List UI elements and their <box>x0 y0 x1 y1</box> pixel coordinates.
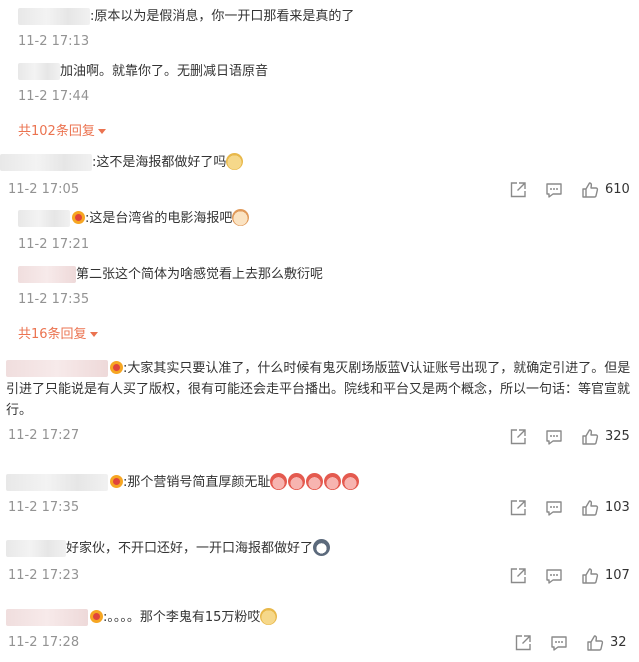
reply-text: 第二张这个简体为啥感觉看上去那么敷衍呢 <box>76 267 324 282</box>
username-blurred[interactable] <box>0 154 92 171</box>
comment-icon[interactable] <box>545 181 563 199</box>
like-count: 325 <box>605 429 630 444</box>
timestamp: 11-2 17:23 <box>8 568 80 583</box>
username-blurred[interactable] <box>18 8 90 25</box>
reply-item: 第二张这个简体为啥感觉看上去那么敷衍呢 11-2 17:35 <box>0 266 639 307</box>
verified-badge-icon <box>110 361 123 374</box>
reply-item: :原本以为是假消息，你一开口那看来是真的了 11-2 17:13 <box>0 8 639 49</box>
comment-text: :那个营销号简直厚颜无耻 <box>123 475 271 490</box>
caret-down-icon <box>97 129 106 134</box>
like-count: 610 <box>605 182 630 197</box>
comment-icon[interactable] <box>550 634 568 652</box>
cat-emoji-icon <box>232 209 250 226</box>
share-icon[interactable] <box>509 428 527 446</box>
husky-emoji-icon <box>313 539 331 556</box>
like-icon[interactable] <box>581 567 599 585</box>
timestamp: 11-2 17:28 <box>8 635 80 650</box>
angry-emoji-icon <box>324 473 342 490</box>
timestamp: 11-2 17:35 <box>18 292 90 307</box>
username-blurred[interactable] <box>6 540 66 557</box>
comment-item: :大家其实只要认准了，什么时候有鬼灭剧场版蓝V认证账号出现了，就确定引进了。但是… <box>0 358 639 445</box>
comment-icon[interactable] <box>545 428 563 446</box>
verified-badge-icon <box>90 610 103 623</box>
username-blurred[interactable] <box>6 474 108 491</box>
angry-emoji-icon <box>342 473 360 490</box>
like-count: 103 <box>605 500 630 515</box>
doge-emoji-icon <box>226 153 244 170</box>
comment-item: :。。。。那个李鬼有15万粉哎 11-2 17:28 32 <box>0 608 639 651</box>
verified-badge-icon <box>110 475 123 488</box>
username-blurred[interactable] <box>18 210 70 227</box>
timestamp: 11-2 17:05 <box>8 182 80 197</box>
reply-text: :原本以为是假消息，你一开口那看来是真的了 <box>90 9 355 24</box>
timestamp: 11-2 17:35 <box>8 500 80 515</box>
like-count: 107 <box>605 568 630 583</box>
like-count: 32 <box>610 635 627 650</box>
share-icon[interactable] <box>509 499 527 517</box>
comment-actions: 325 <box>509 428 639 446</box>
share-icon[interactable] <box>509 567 527 585</box>
like-icon[interactable] <box>581 428 599 446</box>
comment-actions: 103 <box>509 499 639 517</box>
angry-emoji-icon <box>306 473 324 490</box>
reply-item: :这是台湾省的电影海报吧 11-2 17:21 <box>0 209 639 252</box>
comment-actions: 32 <box>514 634 639 652</box>
comment-actions: 107 <box>509 567 639 585</box>
comment-text: 好家伙，不开口还好，一开口海报都做好了 <box>66 541 314 556</box>
caret-down-icon <box>89 332 98 337</box>
more-replies-link[interactable]: 共16条回复 <box>18 323 98 342</box>
username-blurred[interactable] <box>18 63 60 80</box>
more-replies-link[interactable]: 共102条回复 <box>18 120 106 139</box>
share-icon[interactable] <box>509 181 527 199</box>
comment-item: :这不是海报都做好了吗 11-2 17:05 610 <box>0 153 639 198</box>
comment-actions: 610 <box>509 181 639 199</box>
timestamp: 11-2 17:27 <box>8 428 80 443</box>
reply-item: 加油啊。就靠你了。无删减日语原音 11-2 17:44 <box>0 63 639 104</box>
username-blurred[interactable] <box>6 360 108 377</box>
angry-emoji-icon <box>288 473 306 490</box>
share-icon[interactable] <box>514 634 532 652</box>
angry-emoji-icon <box>270 473 288 490</box>
username-blurred[interactable] <box>18 266 76 283</box>
timestamp: 11-2 17:13 <box>18 34 90 49</box>
like-icon[interactable] <box>581 499 599 517</box>
timestamp: 11-2 17:44 <box>18 89 90 104</box>
comment-text: :这不是海报都做好了吗 <box>92 155 227 170</box>
comment-icon[interactable] <box>545 567 563 585</box>
comment-item: 好家伙，不开口还好，一开口海报都做好了 11-2 17:23 107 <box>0 539 639 584</box>
doge-emoji-icon <box>260 608 278 625</box>
reply-text: 加油啊。就靠你了。无删减日语原音 <box>60 64 269 79</box>
reply-text: :这是台湾省的电影海报吧 <box>85 211 233 226</box>
verified-badge-icon <box>72 211 85 224</box>
comment-text: :。。。。那个李鬼有15万粉哎 <box>103 610 261 625</box>
timestamp: 11-2 17:21 <box>18 237 90 252</box>
username-blurred[interactable] <box>6 609 88 626</box>
like-icon[interactable] <box>586 634 604 652</box>
like-icon[interactable] <box>581 181 599 199</box>
comment-item: :那个营销号简直厚颜无耻 11-2 17:35 103 <box>0 473 639 516</box>
comment-icon[interactable] <box>545 499 563 517</box>
